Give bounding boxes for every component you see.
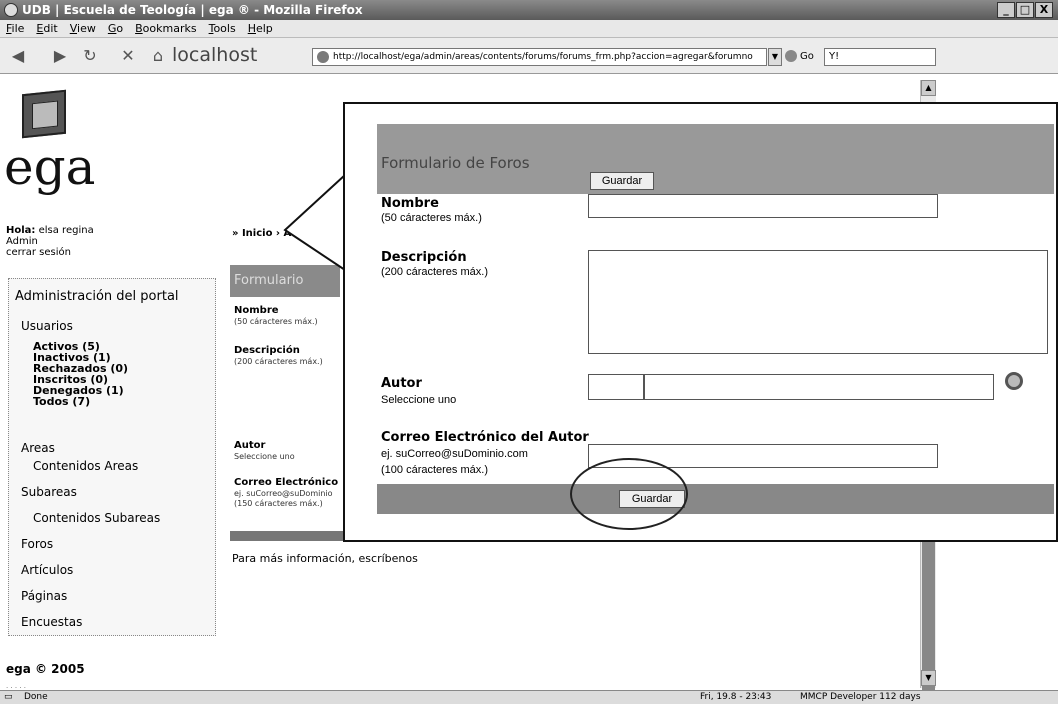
bg-autor-hint: Seleccione uno: [234, 452, 295, 461]
menu-view[interactable]: View: [64, 20, 102, 37]
save-top-button[interactable]: Guardar: [590, 172, 654, 190]
url-input[interactable]: http://localhost/ega/admin/areas/content…: [312, 48, 767, 66]
status-icon: ▭: [4, 692, 13, 702]
contact-info-text: Para más información, escríbenos: [232, 552, 418, 565]
nav-areas[interactable]: Areas: [21, 441, 55, 455]
back-icon[interactable]: ◀: [8, 46, 28, 66]
search-input[interactable]: Y!: [824, 48, 936, 66]
autor-name-input[interactable]: [644, 374, 994, 400]
home-icon[interactable]: ⌂: [148, 46, 168, 66]
scroll-down-icon[interactable]: ▼: [921, 670, 936, 686]
zoom-form-header: Formulario de Foros Guardar: [377, 124, 1054, 194]
descripcion-textarea[interactable]: [588, 250, 1048, 354]
url-text: http://localhost/ega/admin/areas/content…: [333, 52, 753, 62]
autor-id-input[interactable]: [588, 374, 644, 400]
menu-edit[interactable]: Edit: [30, 20, 63, 37]
status-bar: ▭ Done Fri, 19.8 - 23:43 MMCP Developer …: [0, 690, 1058, 704]
nombre-input[interactable]: [588, 194, 938, 218]
user-name: elsa regina: [38, 225, 94, 236]
highlight-circle: [570, 458, 688, 530]
menu-file[interactable]: File: [0, 20, 30, 37]
go-button[interactable]: Go: [785, 48, 819, 66]
go-label: Go: [800, 51, 814, 62]
copyright-text: ega © 2005: [6, 662, 85, 676]
localhost-label: localhost: [172, 44, 258, 66]
url-dropdown-icon[interactable]: ▼: [768, 48, 782, 66]
firefox-icon: [4, 3, 18, 17]
descripcion-hint: (200 cáracteres máx.): [381, 266, 488, 278]
scroll-up-icon[interactable]: ▲: [921, 80, 936, 96]
user-count-todos[interactable]: Todos (7): [33, 396, 128, 407]
ega-logo-text: ega: [4, 138, 96, 196]
zoomed-form-callout: Formulario de Foros Guardar Nombre (50 c…: [343, 102, 1058, 542]
nombre-hint: (50 cáracteres máx.): [381, 212, 482, 224]
maximize-button[interactable]: □: [1016, 2, 1034, 18]
zoom-form-footer-bar: Guardar: [377, 484, 1054, 514]
window-title: UDB | Escuela de Teología | ega ® - Mozi…: [22, 3, 363, 17]
user-greeting: Hola: elsa regina Admin cerrar sesión: [6, 225, 94, 258]
correo-hint-example: ej. suCorreo@suDominio.com: [381, 448, 528, 460]
navigation-toolbar: ◀ ▶ ↻ ✕ ⌂ localhost http://localhost/ega…: [0, 38, 1058, 74]
bg-correo-hint2: (150 cáracteres máx.): [234, 499, 323, 508]
menu-go[interactable]: Go: [102, 20, 129, 37]
admin-heading: Administración del portal: [15, 289, 179, 304]
greeting-label: Hola:: [6, 225, 36, 236]
bg-autor-label: Autor: [234, 440, 266, 451]
bg-correo-hint1: ej. suCorreo@suDominio: [234, 489, 333, 498]
nav-subareas[interactable]: Subareas: [21, 485, 77, 499]
correo-hint-limit: (100 cáracteres máx.): [381, 464, 488, 476]
minimize-button[interactable]: _: [997, 2, 1015, 18]
nav-paginas[interactable]: Páginas: [21, 589, 67, 603]
ega-logo-icon: [22, 89, 66, 139]
menu-bookmarks[interactable]: Bookmarks: [129, 20, 202, 37]
bg-correo-label: Correo Electrónico: [234, 477, 339, 488]
user-role: Admin: [6, 236, 38, 247]
forward-icon[interactable]: ▶: [50, 46, 70, 66]
status-extra: MMCP Developer 112 days: [800, 692, 921, 702]
admin-sidebar: Administración del portal Usuarios Activ…: [8, 278, 216, 636]
nav-contenidos-areas[interactable]: Contenidos Areas: [33, 459, 138, 473]
autor-hint: Seleccione uno: [381, 394, 457, 406]
bg-nombre-label: Nombre: [234, 305, 279, 316]
nav-articulos[interactable]: Artículos: [21, 563, 73, 577]
nav-usuarios[interactable]: Usuarios: [21, 319, 73, 333]
zoom-form-title: Formulario de Foros: [381, 154, 530, 172]
autor-label: Autor: [381, 376, 422, 391]
window-titlebar: UDB | Escuela de Teología | ega ® - Mozi…: [0, 0, 1058, 20]
user-counts-list: Activos (5) Inactivos (1) Rechazados (0)…: [33, 341, 128, 407]
correo-label: Correo Electrónico del Autor: [381, 430, 589, 445]
nombre-label: Nombre: [381, 196, 439, 211]
reload-icon[interactable]: ↻: [80, 46, 100, 66]
logout-link[interactable]: cerrar sesión: [6, 247, 94, 258]
close-button[interactable]: X: [1035, 2, 1053, 18]
nav-contenidos-subareas[interactable]: Contenidos Subareas: [33, 511, 160, 525]
go-icon: [785, 50, 797, 62]
bg-descripcion-hint: (200 cáracteres máx.): [234, 357, 323, 366]
nav-foros[interactable]: Foros: [21, 537, 53, 551]
bg-nombre-hint: (50 cáracteres máx.): [234, 317, 318, 326]
status-done: Done: [24, 692, 48, 702]
search-author-icon[interactable]: [1005, 372, 1023, 390]
descripcion-label: Descripción: [381, 250, 467, 265]
status-datetime: Fri, 19.8 - 23:43: [700, 692, 772, 702]
bg-descripcion-label: Descripción: [234, 345, 300, 356]
menu-bar: File Edit View Go Bookmarks Tools Help: [0, 20, 1058, 38]
stop-icon[interactable]: ✕: [118, 46, 138, 66]
menu-help[interactable]: Help: [242, 20, 279, 37]
nav-encuestas[interactable]: Encuestas: [21, 615, 82, 629]
menu-tools[interactable]: Tools: [203, 20, 242, 37]
page-icon: [317, 51, 329, 63]
